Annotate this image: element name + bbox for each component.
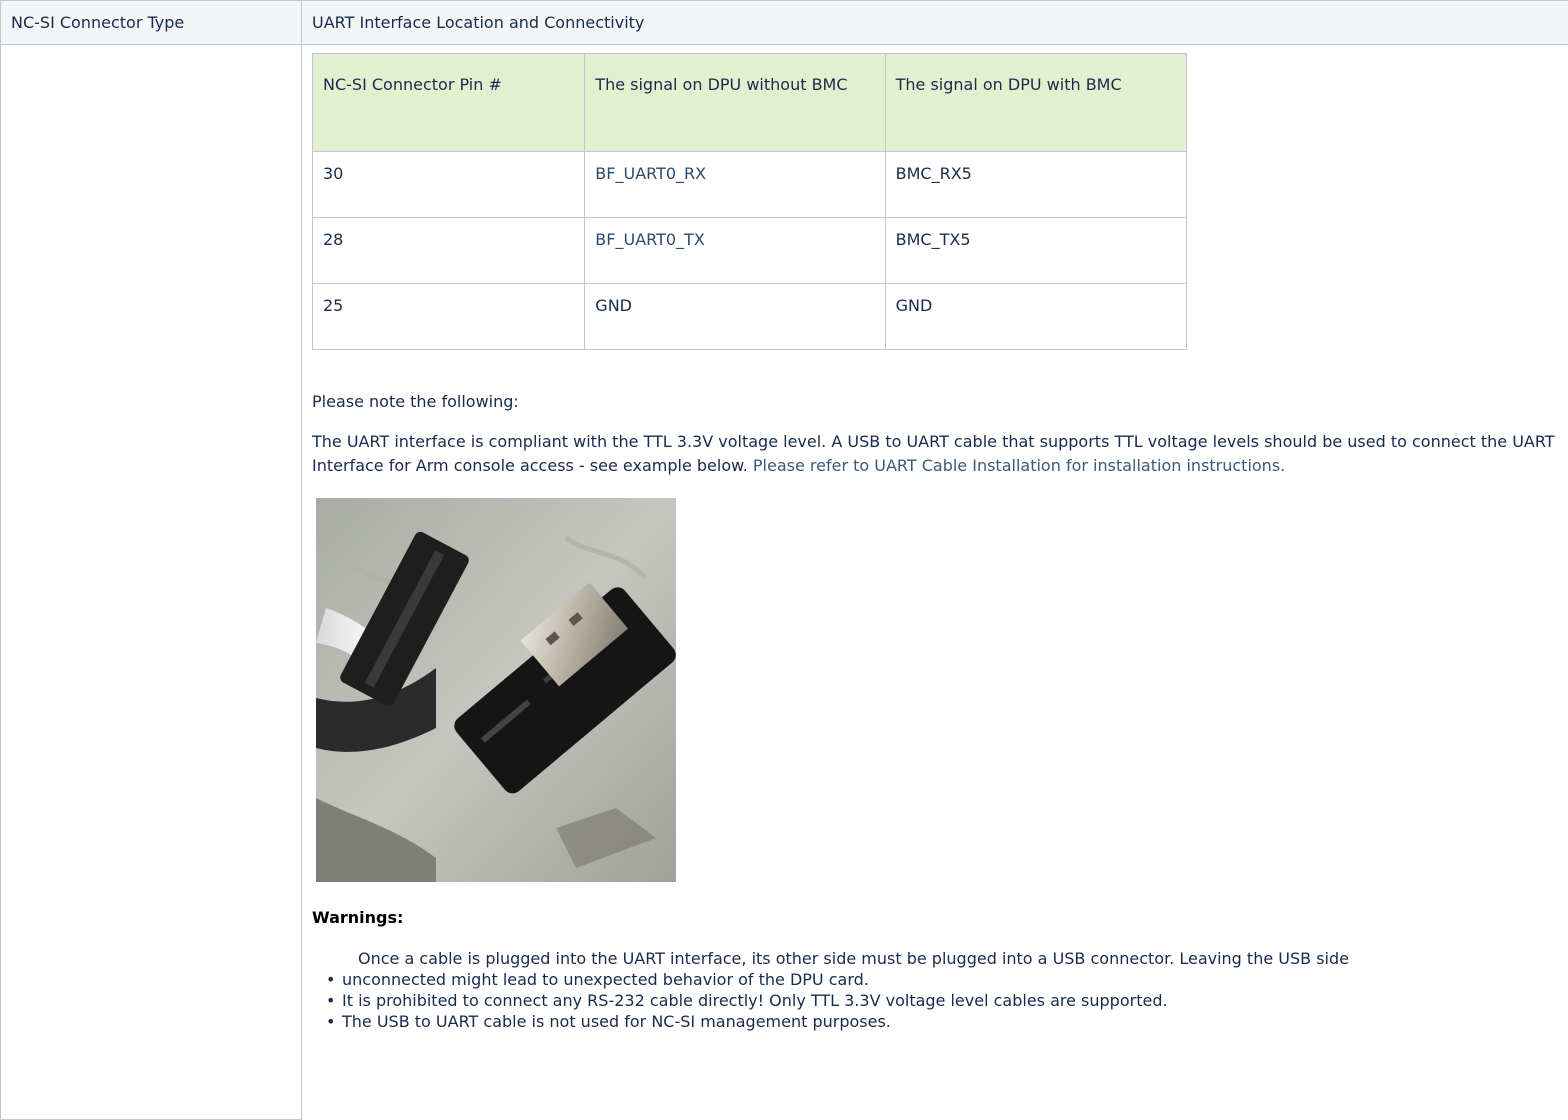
uart-content-cell: NC-SI Connector Pin # The signal on DPU …	[302, 45, 1568, 1120]
warning-text: unconnected might lead to unexpected beh…	[342, 970, 869, 989]
cable-illustration	[316, 498, 676, 882]
table-row: 28 BF_UART0_TX BMC_TX5	[313, 218, 1187, 284]
signal-with-bmc: GND	[885, 284, 1186, 350]
signal-without-bmc: BF_UART0_RX	[585, 152, 885, 218]
warning-text: It is prohibited to connect any RS-232 c…	[342, 991, 1168, 1010]
list-item: • unconnected might lead to unexpected be…	[312, 969, 1568, 990]
note-heading: Please note the following:	[312, 390, 1568, 414]
uart-description: The UART interface is compliant with the…	[312, 430, 1562, 478]
bullet-icon: •	[326, 969, 335, 990]
signal-without-bmc: BF_UART0_TX	[585, 218, 885, 284]
pin-table-header-without-bmc: The signal on DPU without BMC	[585, 54, 885, 152]
table-row: 30 BF_UART0_RX BMC_RX5	[313, 152, 1187, 218]
column-header-uart-interface: UART Interface Location and Connectivity	[302, 1, 1568, 45]
pin-number: 28	[313, 218, 585, 284]
uart-cable-installation-link[interactable]: Please refer to UART Cable Installation …	[753, 456, 1285, 475]
warning-text: The USB to UART cable is not used for NC…	[342, 1012, 891, 1031]
pin-number: 30	[313, 152, 585, 218]
connector-type-cell	[1, 45, 302, 1120]
pin-number: 25	[313, 284, 585, 350]
signal-link[interactable]: BF_UART0_RX	[595, 164, 706, 183]
list-item: • The USB to UART cable is not used for N…	[312, 1011, 1568, 1032]
signal-without-bmc: GND	[585, 284, 885, 350]
bullet-icon: •	[326, 990, 335, 1011]
table-row: 25 GND GND	[313, 284, 1187, 350]
bullet-icon: •	[326, 1011, 335, 1032]
signal-link[interactable]: BF_UART0_TX	[595, 230, 704, 249]
warnings-list: Once a cable is plugged into the UART in…	[312, 948, 1568, 1032]
pin-table-header-with-bmc: The signal on DPU with BMC	[885, 54, 1186, 152]
pin-table: NC-SI Connector Pin # The signal on DPU …	[312, 53, 1187, 350]
list-item: Once a cable is plugged into the UART in…	[312, 948, 1568, 969]
pin-table-header-pin: NC-SI Connector Pin #	[313, 54, 585, 152]
warnings-heading: Warnings:	[312, 906, 1568, 930]
column-header-connector-type: NC-SI Connector Type	[1, 1, 302, 45]
list-item: • It is prohibited to connect any RS-232 …	[312, 990, 1568, 1011]
signal-with-bmc: BMC_TX5	[885, 218, 1186, 284]
signal-with-bmc: BMC_RX5	[885, 152, 1186, 218]
usb-uart-cable-photo	[316, 498, 676, 882]
layout-table: NC-SI Connector Type UART Interface Loca…	[0, 0, 1568, 1120]
